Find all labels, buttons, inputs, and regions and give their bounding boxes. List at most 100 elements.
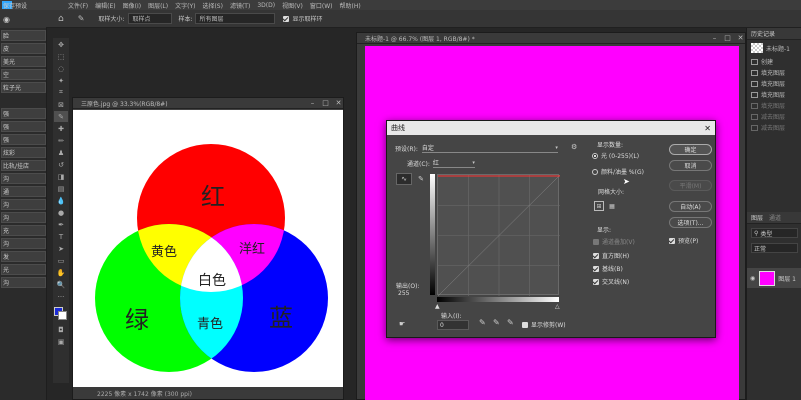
eyedropper-tool-icon[interactable]: ✎ <box>54 111 68 122</box>
close-icon[interactable]: ✕ <box>704 124 711 133</box>
histogram-row[interactable]: 直方图(H) <box>593 251 629 260</box>
preset-item[interactable]: 比轨/挂店 <box>1 160 46 171</box>
preset-item[interactable]: 粒子光 <box>1 82 46 93</box>
shape-tool-icon[interactable]: ▭ <box>54 255 68 266</box>
baseline-row[interactable]: 基线(B) <box>593 264 623 273</box>
history-item-dimmed[interactable]: 减去图层 <box>747 122 801 133</box>
eyedropper-tool-icon[interactable]: ✎ <box>78 14 85 23</box>
preset-item[interactable]: 炫彩 <box>1 147 46 158</box>
layers-tab[interactable]: 图层 <box>751 213 763 222</box>
history-brush-tool-icon[interactable]: ↺ <box>54 159 68 170</box>
channel-overlay-checkbox[interactable] <box>593 238 599 245</box>
crop-tool-icon[interactable]: ⌗ <box>54 87 68 98</box>
move-tool-icon[interactable]: ✥ <box>54 39 68 50</box>
dialog-title-bar[interactable]: 曲线 ✕ <box>387 121 715 135</box>
frame-tool-icon[interactable]: ⊠ <box>54 99 68 110</box>
hand-tool-icon[interactable]: ✋ <box>54 267 68 278</box>
preset-item[interactable]: 沟 <box>1 212 46 223</box>
channels-tab[interactable]: 通道 <box>769 213 781 222</box>
channel-select[interactable]: 红 ▾ <box>432 158 475 168</box>
preset-select[interactable]: 自定 ▾ <box>421 143 558 153</box>
more-tools-icon[interactable]: ··· <box>54 291 68 302</box>
pencil-mode-icon[interactable]: ✎ <box>415 173 427 185</box>
stamp-tool-icon[interactable]: ♟ <box>54 147 68 158</box>
eye-icon[interactable]: ◉ <box>750 275 755 282</box>
target-adjust-icon[interactable]: ☛ <box>399 320 405 328</box>
smooth-button[interactable]: 平滑(M) <box>669 180 712 191</box>
show-clipping-row[interactable]: 显示修剪(W) <box>522 320 566 329</box>
layer-filter-row[interactable]: ⚲ 类型 <box>751 228 798 238</box>
white-point-slider-icon[interactable]: △ <box>555 303 560 310</box>
history-item[interactable]: 填充图层 <box>747 78 801 89</box>
preset-item[interactable]: 强 <box>1 121 46 132</box>
radio-light-row[interactable]: 光 (0-255)(L) <box>592 151 639 160</box>
preset-item[interactable]: 沟 <box>1 173 46 184</box>
menu-edit[interactable]: 编辑(E) <box>95 1 115 10</box>
white-eyedropper-icon[interactable]: ✎ <box>507 318 514 327</box>
cancel-button[interactable]: 取消 <box>669 160 712 171</box>
minimize-icon[interactable]: – <box>308 99 317 108</box>
radio-pigment[interactable] <box>592 168 598 175</box>
history-item-dimmed[interactable]: 填充图层 <box>747 100 801 111</box>
blur-tool-icon[interactable]: 💧 <box>54 195 68 206</box>
menu-help[interactable]: 帮助(H) <box>340 1 361 10</box>
menu-file[interactable]: 文件(F) <box>68 1 88 10</box>
color-swatches[interactable] <box>53 306 69 322</box>
preset-item[interactable] <box>1 95 46 106</box>
auto-button[interactable]: 自动(A) <box>669 201 712 212</box>
eye-icon[interactable]: ◉ <box>3 15 10 24</box>
menu-3d[interactable]: 3D(D) <box>257 2 275 9</box>
lasso-tool-icon[interactable]: ◌ <box>54 63 68 74</box>
curves-dialog[interactable]: 曲线 ✕ 预设(R): 自定 ▾ ⚙ 通道(C): 红 ▾ ∿ ✎ 输出(O):… <box>386 120 716 338</box>
eraser-tool-icon[interactable]: ◨ <box>54 171 68 182</box>
menu-window[interactable]: 窗口(W) <box>310 1 333 10</box>
radio-pigment-row[interactable]: 颜料/油墨 %(G) <box>592 167 644 176</box>
preset-item[interactable]: 沟 <box>1 238 46 249</box>
preset-item[interactable]: 通 <box>1 186 46 197</box>
channel-overlay-row[interactable]: 通道叠加(V) <box>593 237 635 246</box>
brush-tool-icon[interactable]: ✏ <box>54 135 68 146</box>
preset-item[interactable]: 空 <box>1 69 46 80</box>
quick-select-tool-icon[interactable]: ✦ <box>54 75 68 86</box>
curve-point-mode-button[interactable]: ∿ <box>396 173 412 185</box>
preset-item[interactable]: 光 <box>1 264 46 275</box>
radio-light[interactable] <box>592 152 598 159</box>
background-color-swatch[interactable] <box>58 311 67 320</box>
preset-item[interactable]: 沟 <box>1 277 46 288</box>
preset-item[interactable]: 充 <box>1 225 46 236</box>
preview-checkbox[interactable] <box>669 237 675 244</box>
history-panel-tab[interactable]: 历史记录 <box>747 28 801 40</box>
preset-item[interactable]: 脸 <box>1 30 46 41</box>
maximize-icon[interactable]: □ <box>723 34 732 43</box>
grid-detailed-button[interactable]: ▦ <box>607 201 617 211</box>
gray-eyedropper-icon[interactable]: ✎ <box>493 318 500 327</box>
zoom-tool-icon[interactable]: 🔍 <box>54 279 68 290</box>
blend-mode-select[interactable]: 正常 <box>751 243 798 253</box>
intersection-checkbox[interactable] <box>593 278 599 285</box>
curve-graph[interactable] <box>437 174 560 296</box>
document-title-bar[interactable]: 三原色.jpg @ 33.3%(RGB/8#) – □ ✕ <box>73 98 343 109</box>
black-point-slider-icon[interactable]: ▲ <box>435 303 440 310</box>
menu-image[interactable]: 图像(I) <box>123 1 141 10</box>
preset-item[interactable]: 发 <box>1 251 46 262</box>
preset-item[interactable]: 强 <box>1 108 46 119</box>
preset-options-icon[interactable]: ⚙ <box>571 143 577 151</box>
gradient-tool-icon[interactable]: ▤ <box>54 183 68 194</box>
preview-row[interactable]: 预览(P) <box>669 236 698 245</box>
document-canvas[interactable]: 红 黄色 洋红 白色 绿 青色 蓝 <box>73 110 343 387</box>
preset-item[interactable]: 强 <box>1 134 46 145</box>
menu-layer[interactable]: 图层(L) <box>148 1 168 10</box>
history-snapshot[interactable]: 未标题-1 <box>747 40 801 56</box>
preset-item[interactable]: 沟 <box>1 199 46 210</box>
menu-type[interactable]: 文字(Y) <box>175 1 195 10</box>
history-item[interactable]: 创建 <box>747 56 801 67</box>
menu-select[interactable]: 选择(S) <box>202 1 223 10</box>
dodge-tool-icon[interactable]: ● <box>54 207 68 218</box>
marquee-tool-icon[interactable]: ⬚ <box>54 51 68 62</box>
histogram-checkbox[interactable] <box>593 252 599 259</box>
output-value[interactable]: 255 <box>398 290 409 297</box>
layer-row[interactable]: ◉ 图层 1 <box>747 268 801 288</box>
healing-tool-icon[interactable]: ✚ <box>54 123 68 134</box>
options-button[interactable]: 选项(T)... <box>669 217 712 228</box>
show-ring-checkbox[interactable] <box>283 15 290 22</box>
